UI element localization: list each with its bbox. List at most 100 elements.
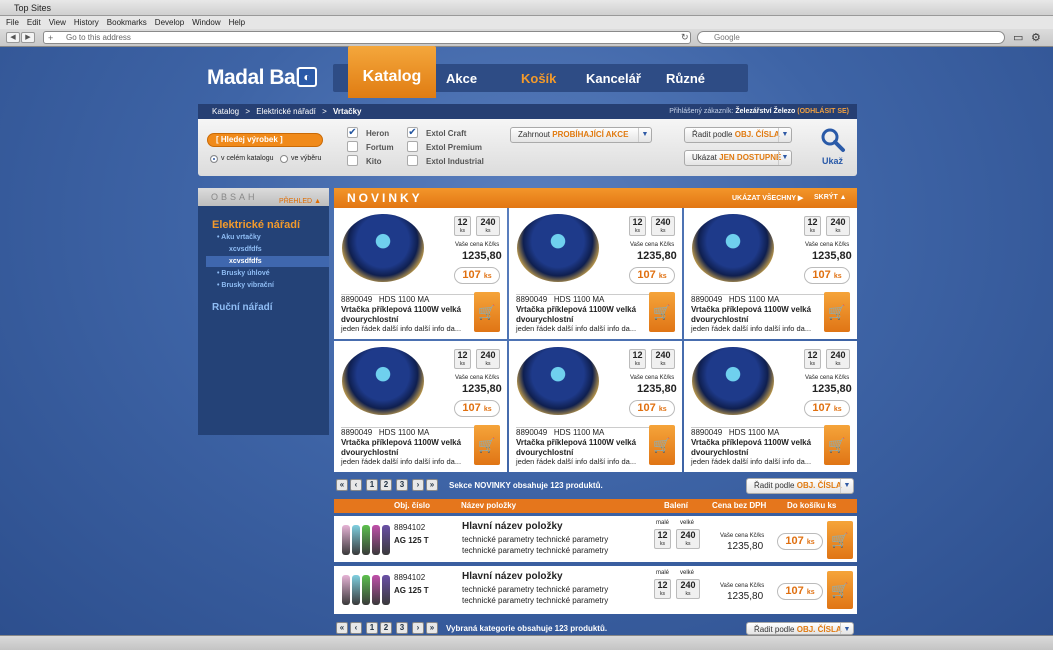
nav-katalog[interactable]: Katalog xyxy=(348,46,436,98)
sidebar-item-aku[interactable]: • Aku vrtačky xyxy=(217,234,261,241)
crumb-katalog[interactable]: Katalog xyxy=(212,107,239,116)
pager-button[interactable]: » xyxy=(426,479,438,491)
logout-link[interactable]: (ODHLÁSIT SE) xyxy=(797,108,849,115)
qty-large-box[interactable]: 240 ks xyxy=(826,216,850,236)
sidebar-item-sub1a[interactable]: xcvsdfdfs xyxy=(229,246,262,253)
cart-icon[interactable]: 🛒 xyxy=(827,571,853,609)
menu-develop[interactable]: Develop xyxy=(155,18,184,27)
address-bar[interactable]: Go to this address xyxy=(43,31,691,44)
reload-icon[interactable]: ↻ xyxy=(681,32,689,43)
product-name[interactable]: Vrtačka příklepová 1100W velká dvourychl… xyxy=(691,438,821,458)
pack-price[interactable]: 107 ks xyxy=(454,400,500,417)
qty-small-box[interactable]: 12 ks xyxy=(629,216,646,236)
qty-large-box[interactable]: 240 ks xyxy=(476,349,500,369)
menu-view[interactable]: View xyxy=(49,18,66,27)
qty-large-box[interactable]: 240 ks xyxy=(651,349,675,369)
product-image[interactable] xyxy=(517,347,599,415)
scope-all-radio[interactable] xyxy=(210,155,218,163)
menu-edit[interactable]: Edit xyxy=(27,18,41,27)
cart-icon[interactable]: 🛒 xyxy=(474,425,500,465)
qty-large-box[interactable]: 240 ks xyxy=(676,579,700,599)
qty-large-box[interactable]: 240 ks xyxy=(476,216,500,236)
cart-icon[interactable]: 🛒 xyxy=(824,425,850,465)
back-button[interactable]: ◀ xyxy=(6,32,20,43)
pack-price[interactable]: 107 ks xyxy=(804,400,850,417)
sort-dropdown-bottom[interactable]: Řadit podle OBJ. ČÍSLA ▼ xyxy=(746,478,854,494)
qty-small-box[interactable]: 12 ks xyxy=(654,579,671,599)
product-card[interactable]: 12 ks 240 ks Vaše cena Kč/ks 1235,80 107 k… xyxy=(509,341,682,472)
pager-button[interactable]: 3 xyxy=(396,479,408,491)
cart-icon[interactable]: 🛒 xyxy=(649,292,675,332)
pack-price[interactable]: 107 ks xyxy=(777,583,823,600)
nav-kancelar[interactable]: Kancelář xyxy=(586,71,641,86)
menu-window[interactable]: Window xyxy=(192,18,220,27)
qty-small-box[interactable]: 12 ks xyxy=(629,349,646,369)
nav-kosik[interactable]: Košík xyxy=(521,71,556,86)
sort-dropdown-footer[interactable]: Řadit podle OBJ. ČÍSLA ▼ xyxy=(746,622,854,635)
pager-button[interactable]: « xyxy=(336,479,348,491)
menu-bookmarks[interactable]: Bookmarks xyxy=(107,18,147,27)
product-card[interactable]: 12 ks 240 ks Vaše cena Kč/ks 1235,80 107 k… xyxy=(684,208,857,339)
nav-akce[interactable]: Akce xyxy=(446,71,477,86)
show-dropdown[interactable]: Ukázat JEN DOSTUPNÉ ▼ xyxy=(684,150,792,166)
pack-price[interactable]: 107 ks xyxy=(454,267,500,284)
cart-icon[interactable]: 🛒 xyxy=(827,521,853,559)
qty-small-box[interactable]: 12 ks xyxy=(454,216,471,236)
brand-extol-premium-checkbox[interactable] xyxy=(407,141,418,152)
sidebar-item-elektricke[interactable]: Elektrické nářadí xyxy=(212,219,300,231)
pager-button[interactable]: » xyxy=(426,622,438,634)
brand-extol-craft-checkbox[interactable]: ✔ xyxy=(407,127,418,138)
product-name[interactable]: Vrtačka příklepová 1100W velká dvourychl… xyxy=(516,305,646,325)
pager-button[interactable]: 1 xyxy=(366,479,378,491)
pack-price[interactable]: 107 ks xyxy=(629,267,675,284)
product-name[interactable]: Vrtačka příklepová 1100W velká dvourychl… xyxy=(341,305,471,325)
table-row[interactable]: 8894102 AG 125 T Hlavní název položky te… xyxy=(334,566,857,614)
brand-kito-checkbox[interactable] xyxy=(347,155,358,166)
product-image[interactable] xyxy=(692,214,774,282)
hide-link[interactable]: SKRÝT ▲ xyxy=(814,194,847,201)
brand-logo[interactable]: Madal Bal xyxy=(207,66,301,90)
cart-icon[interactable]: 🛒 xyxy=(474,292,500,332)
table-row[interactable]: 8894102 AG 125 T Hlavní název položky te… xyxy=(334,516,857,562)
pager-button[interactable]: 2 xyxy=(380,479,392,491)
product-image[interactable] xyxy=(342,347,424,415)
forward-button[interactable]: ▶ xyxy=(21,32,35,43)
search-label[interactable]: Ukaž xyxy=(822,156,843,166)
show-all-link[interactable]: UKÁZAT VŠECHNY ▶ xyxy=(732,194,803,202)
qty-small-box[interactable]: 12 ks xyxy=(804,216,821,236)
product-name[interactable]: Vrtačka příklepová 1100W velká dvourychl… xyxy=(341,438,471,458)
search-field[interactable]: Google xyxy=(697,31,1005,44)
product-name[interactable]: Vrtačka příklepová 1100W velká dvourychl… xyxy=(691,305,821,325)
qty-large-box[interactable]: 240 ks xyxy=(676,529,700,549)
pager-button[interactable]: 3 xyxy=(396,622,408,634)
sidebar-item-brusky-vibracni[interactable]: • Brusky vibrační xyxy=(217,282,274,289)
pager-button[interactable]: ‹ xyxy=(350,622,362,634)
add-bookmark-icon[interactable]: + xyxy=(48,33,53,43)
product-image[interactable] xyxy=(517,214,599,282)
product-card[interactable]: 12 ks 240 ks Vaše cena Kč/ks 1235,80 107 k… xyxy=(334,341,507,472)
pack-price[interactable]: 107 ks xyxy=(804,267,850,284)
menu-help[interactable]: Help xyxy=(229,18,245,27)
scope-selection-radio[interactable] xyxy=(280,155,288,163)
brand-heron-checkbox[interactable]: ✔ xyxy=(347,127,358,138)
gear-icon[interactable]: ⚙ xyxy=(1031,31,1041,44)
menu-file[interactable]: File xyxy=(6,18,19,27)
product-name[interactable]: Vrtačka příklepová 1100W velká dvourychl… xyxy=(516,438,646,458)
qty-small-box[interactable]: 12 ks xyxy=(804,349,821,369)
brand-fortum-checkbox[interactable] xyxy=(347,141,358,152)
crumb-elektricke[interactable]: Elektrické nářadí xyxy=(256,107,316,116)
overview-toggle[interactable]: PŘEHLED ▲ xyxy=(279,193,321,211)
sidebar-item-rucni[interactable]: Ruční nářadí xyxy=(212,302,273,313)
row-title[interactable]: Hlavní název položky xyxy=(462,521,563,532)
sidebar-item-brusky-uhlove[interactable]: • Brusky úhlové xyxy=(217,270,270,277)
product-card[interactable]: 12 ks 240 ks Vaše cena Kč/ks 1235,80 107 k… xyxy=(509,208,682,339)
page-menu-icon[interactable]: ▭ xyxy=(1013,31,1023,44)
cart-icon[interactable]: 🛒 xyxy=(824,292,850,332)
include-dropdown[interactable]: Zahrnout PROBÍHAJÍCÍ AKCE ▼ xyxy=(510,127,652,143)
pager-button[interactable]: « xyxy=(336,622,348,634)
pager-button[interactable]: 1 xyxy=(366,622,378,634)
pack-price[interactable]: 107 ks xyxy=(629,400,675,417)
qty-small-box[interactable]: 12 ks xyxy=(454,349,471,369)
brand-extol-industrial-checkbox[interactable] xyxy=(407,155,418,166)
pager-button[interactable]: › xyxy=(412,622,424,634)
